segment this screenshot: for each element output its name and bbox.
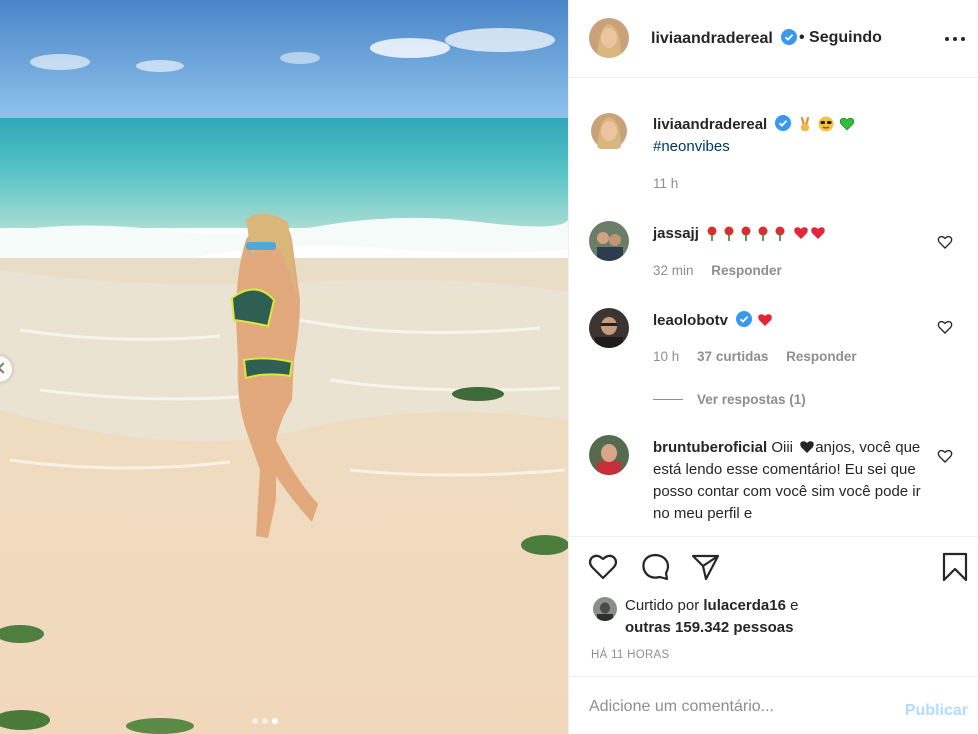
commenter-avatar[interactable]: [589, 435, 629, 475]
red-heart-emoji-icon: [758, 314, 773, 326]
view-replies-button[interactable]: Ver respostas (1): [697, 392, 806, 407]
verified-badge-icon: [775, 115, 792, 131]
post-timestamp[interactable]: HÁ 11 HORAS: [591, 649, 670, 661]
comment-timestamp[interactable]: 32 min: [653, 263, 694, 278]
black-heart-emoji-icon: [800, 441, 814, 453]
comment-username[interactable]: bruntuberoficial: [653, 439, 767, 456]
comment-bubble-icon[interactable]: [639, 551, 671, 583]
like-comment-heart-icon[interactable]: [937, 448, 953, 464]
comment-text-start: Oiii: [771, 439, 794, 456]
carousel-dots: [252, 718, 278, 724]
caption-hashtag-link[interactable]: #neonvibes: [653, 138, 730, 155]
comment-text: bruntuberoficial Oiii anjos, você que es…: [653, 437, 935, 525]
verified-badge-icon: [736, 311, 753, 327]
comment-username[interactable]: leaolobotv: [653, 312, 728, 329]
comment-timestamp[interactable]: 10 h: [653, 349, 679, 364]
green-heart-emoji-icon: [839, 117, 855, 131]
like-heart-icon[interactable]: [587, 551, 619, 583]
author-avatar[interactable]: [589, 18, 629, 58]
like-comment-heart-icon[interactable]: [937, 234, 953, 250]
comment-text: leaolobotv: [653, 310, 935, 332]
caption-author-avatar[interactable]: [589, 111, 629, 151]
red-heart-emoji-icons: [792, 225, 826, 242]
reply-button[interactable]: Responder: [786, 349, 857, 364]
like-comment-heart-icon[interactable]: [937, 319, 953, 335]
post-side-panel: liviaandradereal • Seguindo liviaandrade…: [568, 0, 978, 734]
post-header: liviaandradereal • Seguindo: [569, 0, 978, 78]
sunglasses-emoji-icon: [818, 116, 834, 132]
commenter-avatar[interactable]: [589, 221, 629, 261]
liked-by-and: e: [790, 597, 799, 614]
caption-meta: 11 h: [653, 176, 692, 191]
carousel-dot: [262, 718, 268, 724]
verified-badge-icon: [781, 29, 798, 45]
view-replies[interactable]: Ver respostas (1): [653, 392, 820, 407]
commenter-avatar[interactable]: [589, 308, 629, 348]
share-paper-plane-icon[interactable]: [689, 551, 721, 583]
post-actions: Curtido por lulacerda16 e outras 159.342…: [569, 536, 978, 676]
liked-by-text: Curtido por lulacerda16 e outras 159.342…: [625, 595, 798, 639]
following-status[interactable]: • Seguindo: [799, 29, 882, 47]
comment-input[interactable]: [589, 695, 879, 719]
rose-emoji-icons: [703, 225, 792, 242]
author-username-text[interactable]: liviaandradereal: [651, 30, 773, 47]
comment-text: jassajj: [653, 223, 935, 245]
carousel-dot-active: [272, 718, 278, 724]
caption-username[interactable]: liviaandradereal: [653, 116, 767, 133]
author-username[interactable]: liviaandradereal: [651, 29, 798, 48]
comment-meta: 10 h 37 curtidas Responder: [653, 349, 871, 364]
liked-by-username[interactable]: lulacerda16: [703, 597, 786, 614]
caption-text: liviaandradereal #neonvibes: [653, 114, 935, 158]
caption-timestamp[interactable]: 11 h: [653, 176, 678, 191]
more-options-icon[interactable]: [943, 30, 967, 46]
liked-by-others-count[interactable]: outras 159.342 pessoas: [625, 619, 793, 636]
carousel-dot: [252, 718, 258, 724]
liked-by-avatar[interactable]: [593, 597, 617, 621]
victory-hand-emoji-icon: [800, 116, 809, 131]
comment-username[interactable]: jassajj: [653, 225, 699, 242]
replies-divider-line: [653, 399, 683, 400]
reply-button[interactable]: Responder: [711, 263, 782, 278]
add-comment-bar: Publicar: [569, 676, 978, 734]
comment-meta: 32 min Responder: [653, 263, 796, 278]
comment-likes-count[interactable]: 37 curtidas: [697, 349, 768, 364]
post-photo[interactable]: [0, 0, 568, 734]
publish-button[interactable]: Publicar: [905, 702, 968, 720]
liked-by-prefix: Curtido por: [625, 597, 700, 614]
beach-photo-image: [0, 0, 568, 734]
save-bookmark-icon[interactable]: [939, 551, 971, 583]
comments-list[interactable]: liviaandradereal #neonvibes 11 h jassajj…: [569, 79, 978, 536]
